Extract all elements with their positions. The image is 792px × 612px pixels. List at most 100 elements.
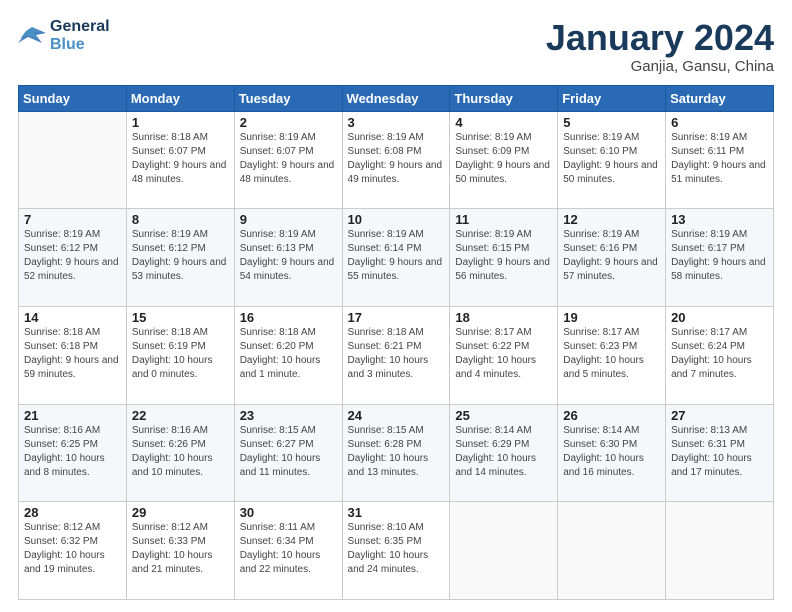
day-info: Sunrise: 8:18 AM Sunset: 6:21 PM Dayligh… (348, 326, 445, 382)
day-number: 18 (455, 310, 552, 325)
header: General Blue January 2024 Ganjia, Gansu,… (18, 18, 774, 75)
day-number: 16 (240, 310, 337, 325)
day-number: 22 (132, 408, 229, 423)
day-info: Sunrise: 8:14 AM Sunset: 6:30 PM Dayligh… (563, 424, 660, 480)
day-info: Sunrise: 8:18 AM Sunset: 6:07 PM Dayligh… (132, 131, 229, 187)
day-info: Sunrise: 8:17 AM Sunset: 6:24 PM Dayligh… (671, 326, 768, 382)
calendar-cell: 11Sunrise: 8:19 AM Sunset: 6:15 PM Dayli… (450, 209, 558, 307)
day-number: 30 (240, 505, 337, 520)
calendar-cell: 21Sunrise: 8:16 AM Sunset: 6:25 PM Dayli… (19, 404, 127, 502)
day-info: Sunrise: 8:18 AM Sunset: 6:19 PM Dayligh… (132, 326, 229, 382)
calendar-subtitle: Ganjia, Gansu, China (546, 58, 774, 75)
week-row-5: 28Sunrise: 8:12 AM Sunset: 6:32 PM Dayli… (19, 502, 774, 600)
day-number: 20 (671, 310, 768, 325)
day-number: 7 (24, 212, 121, 227)
day-number: 12 (563, 212, 660, 227)
day-info: Sunrise: 8:12 AM Sunset: 6:33 PM Dayligh… (132, 521, 229, 577)
day-info: Sunrise: 8:19 AM Sunset: 6:14 PM Dayligh… (348, 228, 445, 284)
calendar-cell: 5Sunrise: 8:19 AM Sunset: 6:10 PM Daylig… (558, 111, 666, 209)
day-info: Sunrise: 8:19 AM Sunset: 6:11 PM Dayligh… (671, 131, 768, 187)
weekday-header-thursday: Thursday (450, 85, 558, 111)
calendar-header: SundayMondayTuesdayWednesdayThursdayFrid… (19, 85, 774, 111)
calendar-cell: 8Sunrise: 8:19 AM Sunset: 6:12 PM Daylig… (126, 209, 234, 307)
day-info: Sunrise: 8:15 AM Sunset: 6:28 PM Dayligh… (348, 424, 445, 480)
calendar-cell: 18Sunrise: 8:17 AM Sunset: 6:22 PM Dayli… (450, 306, 558, 404)
calendar-cell: 6Sunrise: 8:19 AM Sunset: 6:11 PM Daylig… (666, 111, 774, 209)
day-number: 8 (132, 212, 229, 227)
day-number: 23 (240, 408, 337, 423)
calendar-cell: 1Sunrise: 8:18 AM Sunset: 6:07 PM Daylig… (126, 111, 234, 209)
day-info: Sunrise: 8:16 AM Sunset: 6:25 PM Dayligh… (24, 424, 121, 480)
day-number: 11 (455, 212, 552, 227)
day-number: 5 (563, 115, 660, 130)
day-info: Sunrise: 8:16 AM Sunset: 6:26 PM Dayligh… (132, 424, 229, 480)
weekday-header-tuesday: Tuesday (234, 85, 342, 111)
day-info: Sunrise: 8:18 AM Sunset: 6:18 PM Dayligh… (24, 326, 121, 382)
calendar-cell: 30Sunrise: 8:11 AM Sunset: 6:34 PM Dayli… (234, 502, 342, 600)
calendar-body: 1Sunrise: 8:18 AM Sunset: 6:07 PM Daylig… (19, 111, 774, 599)
calendar-cell: 4Sunrise: 8:19 AM Sunset: 6:09 PM Daylig… (450, 111, 558, 209)
week-row-4: 21Sunrise: 8:16 AM Sunset: 6:25 PM Dayli… (19, 404, 774, 502)
day-number: 10 (348, 212, 445, 227)
weekday-header-sunday: Sunday (19, 85, 127, 111)
calendar-cell: 7Sunrise: 8:19 AM Sunset: 6:12 PM Daylig… (19, 209, 127, 307)
calendar-cell: 9Sunrise: 8:19 AM Sunset: 6:13 PM Daylig… (234, 209, 342, 307)
day-info: Sunrise: 8:12 AM Sunset: 6:32 PM Dayligh… (24, 521, 121, 577)
weekday-header-saturday: Saturday (666, 85, 774, 111)
weekday-header-monday: Monday (126, 85, 234, 111)
day-number: 14 (24, 310, 121, 325)
day-info: Sunrise: 8:19 AM Sunset: 6:07 PM Dayligh… (240, 131, 337, 187)
week-row-3: 14Sunrise: 8:18 AM Sunset: 6:18 PM Dayli… (19, 306, 774, 404)
calendar-table: SundayMondayTuesdayWednesdayThursdayFrid… (18, 85, 774, 600)
logo: General Blue (18, 18, 110, 53)
calendar-cell: 20Sunrise: 8:17 AM Sunset: 6:24 PM Dayli… (666, 306, 774, 404)
day-number: 6 (671, 115, 768, 130)
day-info: Sunrise: 8:10 AM Sunset: 6:35 PM Dayligh… (348, 521, 445, 577)
day-info: Sunrise: 8:19 AM Sunset: 6:16 PM Dayligh… (563, 228, 660, 284)
day-number: 26 (563, 408, 660, 423)
calendar-cell: 3Sunrise: 8:19 AM Sunset: 6:08 PM Daylig… (342, 111, 450, 209)
title-area: January 2024 Ganjia, Gansu, China (546, 18, 774, 75)
day-number: 19 (563, 310, 660, 325)
calendar-cell: 24Sunrise: 8:15 AM Sunset: 6:28 PM Dayli… (342, 404, 450, 502)
day-number: 9 (240, 212, 337, 227)
weekday-header-wednesday: Wednesday (342, 85, 450, 111)
weekday-row: SundayMondayTuesdayWednesdayThursdayFrid… (19, 85, 774, 111)
logo-text: General Blue (50, 18, 110, 53)
calendar-cell: 26Sunrise: 8:14 AM Sunset: 6:30 PM Dayli… (558, 404, 666, 502)
day-info: Sunrise: 8:19 AM Sunset: 6:15 PM Dayligh… (455, 228, 552, 284)
calendar-cell: 15Sunrise: 8:18 AM Sunset: 6:19 PM Dayli… (126, 306, 234, 404)
day-number: 13 (671, 212, 768, 227)
calendar-cell: 2Sunrise: 8:19 AM Sunset: 6:07 PM Daylig… (234, 111, 342, 209)
week-row-2: 7Sunrise: 8:19 AM Sunset: 6:12 PM Daylig… (19, 209, 774, 307)
calendar-cell: 17Sunrise: 8:18 AM Sunset: 6:21 PM Dayli… (342, 306, 450, 404)
day-info: Sunrise: 8:19 AM Sunset: 6:12 PM Dayligh… (132, 228, 229, 284)
day-info: Sunrise: 8:19 AM Sunset: 6:10 PM Dayligh… (563, 131, 660, 187)
day-info: Sunrise: 8:18 AM Sunset: 6:20 PM Dayligh… (240, 326, 337, 382)
calendar-cell (666, 502, 774, 600)
calendar-cell: 16Sunrise: 8:18 AM Sunset: 6:20 PM Dayli… (234, 306, 342, 404)
calendar-cell: 28Sunrise: 8:12 AM Sunset: 6:32 PM Dayli… (19, 502, 127, 600)
day-number: 24 (348, 408, 445, 423)
logo-icon (18, 25, 46, 47)
calendar-cell: 14Sunrise: 8:18 AM Sunset: 6:18 PM Dayli… (19, 306, 127, 404)
day-info: Sunrise: 8:11 AM Sunset: 6:34 PM Dayligh… (240, 521, 337, 577)
day-info: Sunrise: 8:19 AM Sunset: 6:08 PM Dayligh… (348, 131, 445, 187)
day-info: Sunrise: 8:13 AM Sunset: 6:31 PM Dayligh… (671, 424, 768, 480)
day-number: 27 (671, 408, 768, 423)
day-info: Sunrise: 8:19 AM Sunset: 6:17 PM Dayligh… (671, 228, 768, 284)
calendar-cell: 10Sunrise: 8:19 AM Sunset: 6:14 PM Dayli… (342, 209, 450, 307)
day-number: 17 (348, 310, 445, 325)
calendar-cell: 29Sunrise: 8:12 AM Sunset: 6:33 PM Dayli… (126, 502, 234, 600)
calendar-cell: 13Sunrise: 8:19 AM Sunset: 6:17 PM Dayli… (666, 209, 774, 307)
day-info: Sunrise: 8:19 AM Sunset: 6:12 PM Dayligh… (24, 228, 121, 284)
calendar-cell: 22Sunrise: 8:16 AM Sunset: 6:26 PM Dayli… (126, 404, 234, 502)
day-info: Sunrise: 8:14 AM Sunset: 6:29 PM Dayligh… (455, 424, 552, 480)
day-number: 15 (132, 310, 229, 325)
day-info: Sunrise: 8:17 AM Sunset: 6:22 PM Dayligh… (455, 326, 552, 382)
calendar-cell: 27Sunrise: 8:13 AM Sunset: 6:31 PM Dayli… (666, 404, 774, 502)
calendar-cell (19, 111, 127, 209)
day-info: Sunrise: 8:15 AM Sunset: 6:27 PM Dayligh… (240, 424, 337, 480)
day-number: 28 (24, 505, 121, 520)
day-number: 21 (24, 408, 121, 423)
